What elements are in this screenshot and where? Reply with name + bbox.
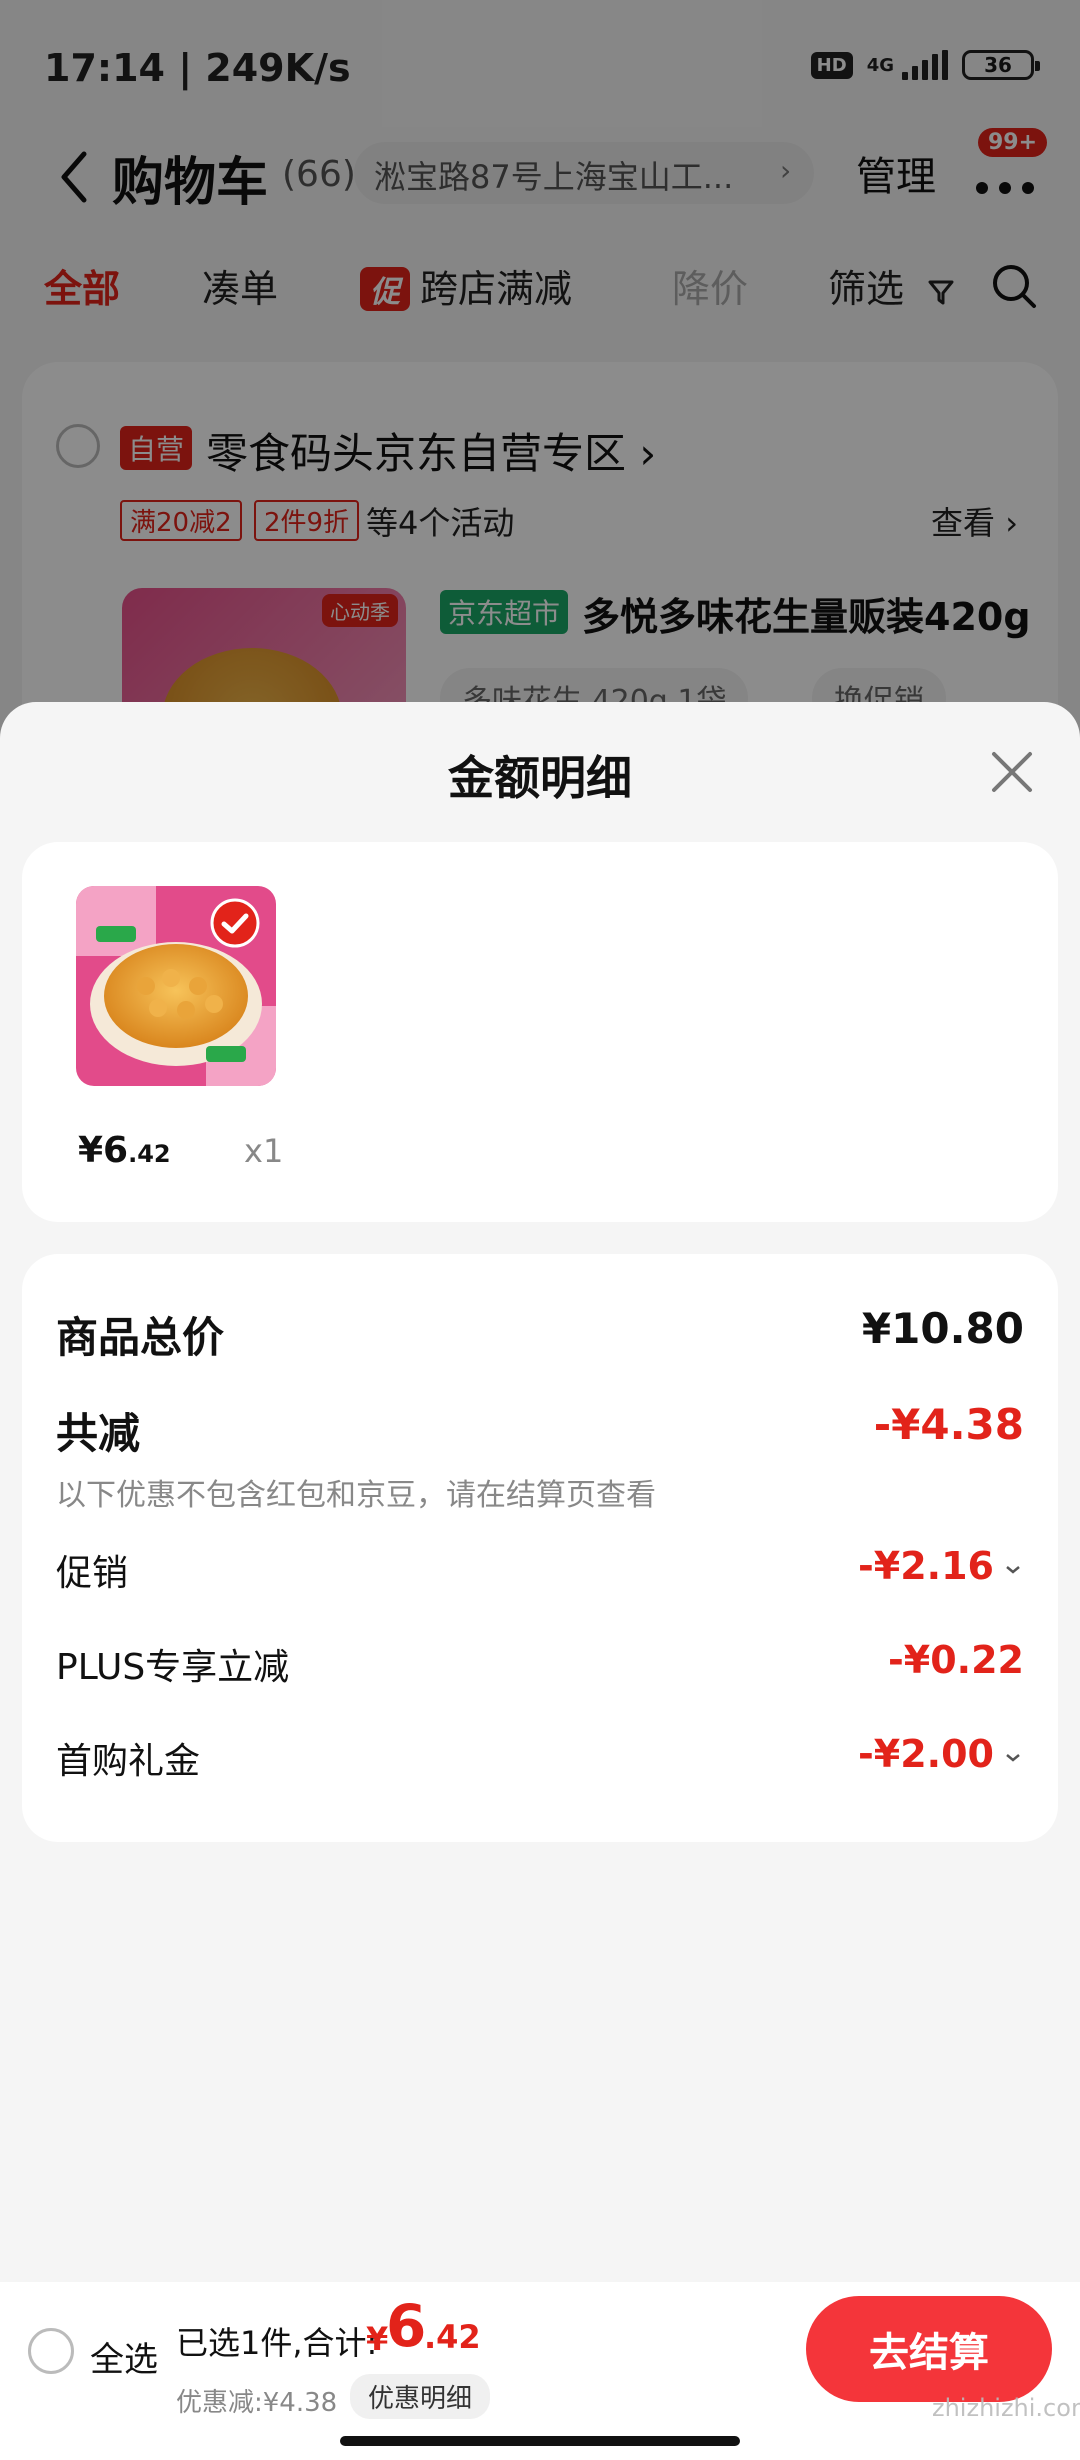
discount-summary: 优惠减:¥4.38: [176, 2388, 338, 2418]
item-price: ¥6.42: [78, 1130, 171, 1171]
checked-icon[interactable]: [210, 898, 260, 948]
promotion-amount: -¥2.16: [858, 1544, 994, 1588]
checkout-button[interactable]: 去结算: [806, 2296, 1052, 2402]
total-reduce-label: 共减: [56, 1409, 141, 1458]
close-icon[interactable]: [984, 744, 1040, 800]
sheet-title: 金额明细: [448, 751, 632, 805]
chevron-down-icon: [1006, 1753, 1020, 1762]
first-buy-gift-label: 首购礼金: [56, 1741, 201, 1782]
total-currency: ¥: [366, 2320, 389, 2358]
home-indicator[interactable]: [340, 2436, 740, 2446]
screen: 17:14 | 249K/s HD 4G 36 购物车 (66) 淞宝路87号上…: [0, 0, 1080, 2460]
checkout-bar: 全选 已选1件,合计: ¥ 6 .42 优惠减:¥4.38 优惠明细 去结算 z…: [0, 2282, 1080, 2460]
promotion-value[interactable]: -¥2.16: [858, 1544, 1024, 1588]
discount-note: 以下优惠不包含红包和京豆，请在结算页查看: [56, 1478, 656, 1513]
chevron-down-icon: [1006, 1565, 1020, 1574]
amount-detail-sheet: 金额明细 ¥6.42 x1 商品总价 ¥10.80 共减 -¥4.38 以下优惠…: [0, 702, 1080, 2282]
item-quantity: x1: [244, 1132, 284, 1170]
price-dec: .42: [128, 1140, 171, 1168]
plus-discount-label: PLUS专享立减: [56, 1647, 290, 1688]
select-all-checkbox[interactable]: [28, 2328, 74, 2374]
promotion-label: 促销: [56, 1553, 129, 1594]
selected-summary: 已选1件,合计:: [176, 2324, 378, 2362]
total-dec: .42: [424, 2318, 481, 2356]
first-buy-gift-value[interactable]: -¥2.00: [858, 1732, 1024, 1776]
price-int: ¥6: [78, 1130, 129, 1171]
total-price-value: ¥10.80: [861, 1304, 1024, 1353]
total-reduce-value: -¥4.38: [873, 1400, 1024, 1449]
total-int: 6: [386, 2292, 427, 2360]
select-all-label[interactable]: 全选: [90, 2332, 158, 2381]
first-buy-gift-amount: -¥2.00: [858, 1732, 994, 1776]
plus-discount-value: -¥0.22: [888, 1638, 1024, 1682]
total-price-label: 商品总价: [56, 1313, 225, 1362]
selected-items-card: ¥6.42 x1: [22, 842, 1058, 1222]
discount-detail-button[interactable]: 优惠明细: [350, 2374, 491, 2419]
price-summary-card: 商品总价 ¥10.80 共减 -¥4.38 以下优惠不包含红包和京豆，请在结算页…: [22, 1254, 1058, 1842]
watermark: zhizhizhi.com: [932, 2394, 1080, 2422]
